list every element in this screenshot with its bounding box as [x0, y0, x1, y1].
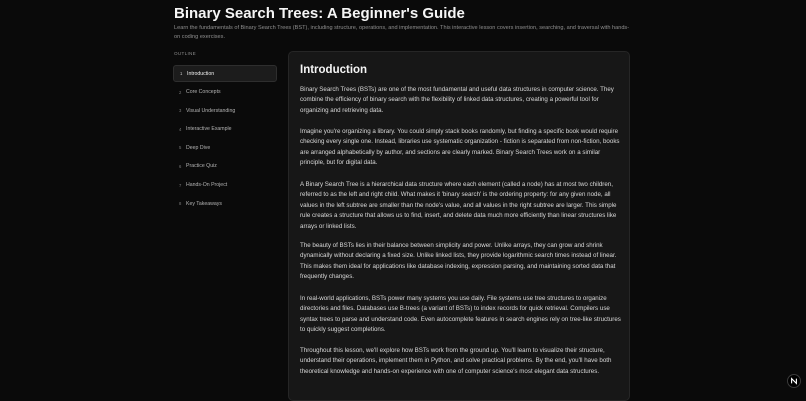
outline-item-label: Key Takeaways [186, 200, 222, 207]
outline-item-practice-quiz[interactable]: 6 Practice Quiz [173, 158, 277, 175]
outline-item-number: 4 [179, 126, 182, 132]
page-description: Learn the fundamentals of Binary Search … [174, 25, 630, 40]
outline-nav: 1 Introduction 2 Core Concepts 3 Visual … [173, 65, 277, 214]
content-paragraph: The beauty of BSTs lies in their balance… [300, 242, 617, 281]
outline-item-key-takeaways[interactable]: 8 Key Takeaways [173, 195, 277, 212]
outline-item-number: 5 [179, 145, 182, 151]
outline-item-number: 1 [180, 71, 183, 76]
content-paragraph: Throughout this lesson, we'll explore ho… [300, 347, 612, 375]
next-logo-icon [791, 377, 797, 385]
next-logo-button[interactable] [787, 374, 801, 388]
content-paragraph: Imagine you're organizing a library. You… [300, 128, 620, 167]
outline-item-core-concepts[interactable]: 2 Core Concepts [173, 84, 277, 101]
section-heading: Introduction [300, 64, 368, 76]
outline-item-interactive-example[interactable]: 4 Interactive Example [173, 121, 277, 138]
content-paragraph: A Binary Search Tree is a hierarchical d… [300, 181, 617, 230]
outline-item-number: 8 [179, 201, 182, 207]
outline-item-label: Deep Dive [186, 144, 211, 151]
page-title: Binary Search Trees: A Beginner's Guide [174, 5, 465, 22]
outline-item-visual-understanding[interactable]: 3 Visual Understanding [173, 102, 277, 119]
content-panel: Introduction Binary Search Trees (BSTs) … [288, 51, 630, 401]
outline-item-number: 6 [179, 163, 182, 169]
outline-item-hands-on-project[interactable]: 7 Hands-On Project [173, 177, 277, 194]
outline-item-introduction[interactable]: 1 Introduction [173, 65, 277, 82]
outline-item-label: Practice Quiz [186, 163, 217, 170]
outline-item-label: Core Concepts [186, 89, 221, 96]
outline-item-label: Hands-On Project [186, 182, 228, 189]
outline-item-label: Interactive Example [186, 126, 232, 133]
content-paragraph: Binary Search Trees (BSTs) are one of th… [300, 86, 614, 114]
outline-item-label: Visual Understanding [186, 107, 236, 114]
outline-item-label: Introduction [187, 70, 215, 77]
content-paragraph: In real-world applications, BSTs power m… [300, 295, 621, 334]
outline-label: OUTLINE [174, 51, 197, 56]
outline-item-number: 3 [179, 108, 182, 114]
outline-item-deep-dive[interactable]: 5 Deep Dive [173, 139, 277, 156]
outline-item-number: 7 [179, 182, 182, 188]
outline-item-number: 2 [179, 89, 182, 95]
